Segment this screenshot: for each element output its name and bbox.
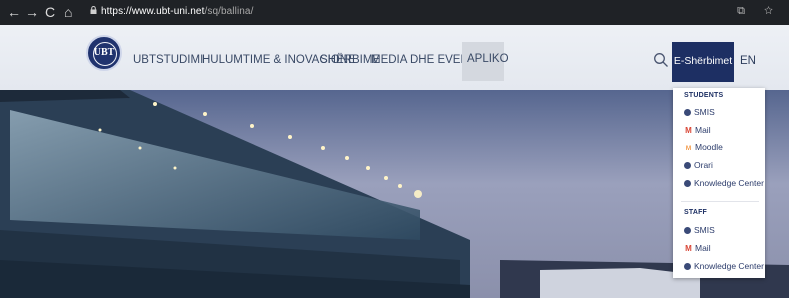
url-path: /sq/ballina/: [204, 6, 254, 17]
campus-building-photo: [0, 90, 789, 298]
students-knowledge-link[interactable]: Knowledge Center: [684, 178, 764, 188]
knowledge-icon: [684, 180, 691, 187]
forward-arrow-icon[interactable]: →: [25, 4, 39, 20]
staff-smis-link[interactable]: SMIS: [684, 225, 715, 235]
apliko-label: APLIKO: [467, 53, 509, 65]
home-icon[interactable]: ⌂: [64, 4, 72, 20]
nav-ubt[interactable]: UBT: [133, 53, 156, 67]
students-mail-link[interactable]: M Mail: [684, 125, 711, 136]
lock-icon: [90, 6, 97, 14]
e-sherbimet-dropdown: STUDENTS SMIS M Mail ᴍ Moodle Orari Knowle…: [673, 88, 765, 278]
site-header: UBT UBT STUDIMI HULUMTIME & INOVACIONE S…: [0, 25, 789, 90]
students-orari-label: Orari: [694, 160, 713, 170]
staff-knowledge-label: Knowledge Center: [694, 261, 764, 271]
staff-heading: STAFF: [684, 209, 708, 216]
smis-icon: [684, 109, 691, 116]
url-host: https://www.ubt-uni.net: [101, 6, 205, 17]
students-orari-link[interactable]: Orari: [684, 160, 713, 170]
knowledge-icon: [684, 263, 691, 270]
staff-knowledge-link[interactable]: Knowledge Center: [684, 261, 764, 271]
reload-icon[interactable]: C: [45, 4, 55, 20]
mail-icon: M: [685, 126, 692, 135]
logo-text: UBT: [93, 47, 115, 58]
apliko-button[interactable]: APLIKO: [462, 42, 509, 81]
hero-image: [0, 90, 789, 298]
students-knowledge-label: Knowledge Center: [694, 178, 764, 188]
smis-icon: [684, 227, 691, 234]
e-sherbimet-label: E-Shërbimet: [673, 55, 733, 67]
ubt-logo[interactable]: UBT: [86, 35, 122, 71]
address-bar[interactable]: https://www.ubt-uni.net/sq/ballina/: [101, 5, 253, 19]
staff-mail-link[interactable]: M Mail: [684, 243, 711, 254]
nav-studimi[interactable]: STUDIMI: [156, 53, 203, 67]
students-moodle-link[interactable]: ᴍ Moodle: [684, 142, 723, 153]
mail-icon: M: [685, 244, 692, 253]
browser-toolbar: ← → C ⌂ https://www.ubt-uni.net/sq/balli…: [0, 0, 789, 25]
students-heading: STUDENTS: [684, 92, 724, 99]
search-icon[interactable]: [653, 52, 669, 68]
language-switch[interactable]: EN: [740, 55, 756, 67]
dropdown-divider: [681, 201, 759, 202]
staff-smis-label: SMIS: [694, 225, 715, 235]
students-smis-label: SMIS: [694, 107, 715, 117]
moodle-icon: ᴍ: [685, 143, 692, 152]
staff-mail-label: Mail: [695, 243, 711, 253]
students-moodle-label: Moodle: [695, 142, 723, 152]
back-arrow-icon[interactable]: ←: [7, 4, 21, 20]
students-mail-label: Mail: [695, 125, 711, 135]
e-sherbimet-button[interactable]: E-Shërbimet: [672, 42, 734, 82]
students-smis-link[interactable]: SMIS: [684, 107, 715, 117]
orari-icon: [684, 162, 691, 169]
extension-icons[interactable]: ⧉ ☆: [737, 5, 781, 18]
